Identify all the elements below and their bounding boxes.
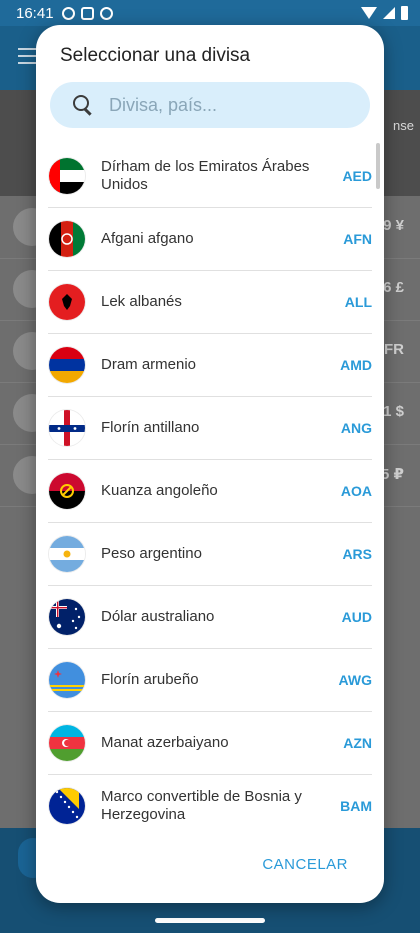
gesture-nav-bar[interactable] <box>155 918 265 923</box>
bosnia-flag-icon <box>49 788 85 824</box>
currency-name: Dólar australiano <box>101 608 215 625</box>
menu-icon[interactable] <box>18 48 36 69</box>
currency-item-awg[interactable]: Florín arubeño AWG <box>48 649 372 712</box>
currency-list[interactable]: Dírham de los Emiratos Árabes Unidos AED… <box>36 145 384 825</box>
currency-code: AUD <box>341 609 372 625</box>
australia-flag-icon <box>49 599 85 635</box>
currency-item-bam[interactable]: Marco convertible de Bosnia y Herzegovin… <box>48 775 372 825</box>
currency-code: BAM <box>340 798 372 814</box>
currency-name: Dírham de los Emiratos Árabes Unidos <box>101 158 310 193</box>
currency-name: Marco convertible de Bosnia y Herzegovin… <box>101 788 302 823</box>
status-bar: 16:41 <box>0 0 420 26</box>
currency-name: Afgani afgano <box>101 230 194 247</box>
search-icon <box>73 95 93 116</box>
armenia-flag-icon <box>49 347 85 383</box>
argentina-flag-icon <box>49 536 85 572</box>
currency-code: AED <box>342 168 372 184</box>
currency-name: Peso argentino <box>101 545 202 562</box>
currency-name: Manat azerbaiyano <box>101 734 229 751</box>
currency-item-ars[interactable]: Peso argentino ARS <box>48 523 372 586</box>
currency-code: AZN <box>343 735 372 751</box>
sync-icon <box>61 6 75 20</box>
currency-code: AOA <box>340 483 372 499</box>
uae-flag-icon <box>49 158 85 194</box>
currency-item-amd[interactable]: Dram armenio AMD <box>48 334 372 397</box>
dialog-title: Seleccionar una divisa <box>60 45 251 66</box>
status-time: 16:41 <box>16 4 54 22</box>
currency-item-afn[interactable]: Afgani afgano AFN <box>48 208 372 271</box>
netherlands-antilles-flag-icon <box>49 410 85 446</box>
shield-icon <box>99 6 113 20</box>
currency-item-aed[interactable]: Dírham de los Emiratos Árabes Unidos AED <box>48 145 372 208</box>
albania-flag-icon <box>49 284 85 320</box>
aruba-flag-icon <box>49 662 85 698</box>
currency-name: Florín antillano <box>101 419 200 436</box>
search-input[interactable] <box>107 93 351 117</box>
currency-code: ALL <box>344 294 372 310</box>
currency-item-aud[interactable]: Dólar australiano AUD <box>48 586 372 649</box>
currency-code: AWG <box>338 672 372 688</box>
currency-item-azn[interactable]: Manat azerbaiyano AZN <box>48 712 372 775</box>
currency-code: ARS <box>342 546 372 562</box>
azerbaijan-flag-icon <box>49 725 85 761</box>
afghanistan-flag-icon <box>49 221 85 257</box>
currency-item-aoa[interactable]: Kuanza angoleño AOA <box>48 460 372 523</box>
peek-text: nse <box>393 118 414 133</box>
search-box[interactable] <box>50 82 370 128</box>
wifi-icon <box>361 7 377 19</box>
currency-code: ANG <box>340 420 372 436</box>
angola-flag-icon <box>49 473 85 509</box>
currency-name: Lek albanés <box>101 293 182 310</box>
cancel-button[interactable]: CANCELAR <box>262 856 348 873</box>
list-scrollbar[interactable] <box>376 143 380 189</box>
currency-item-all[interactable]: Lek albanés ALL <box>48 271 372 334</box>
notification-icon <box>80 6 94 20</box>
currency-name: Florín arubeño <box>101 671 199 688</box>
signal-icon <box>383 7 395 19</box>
currency-name: Kuanza angoleño <box>101 482 218 499</box>
battery-icon <box>401 6 408 20</box>
currency-select-dialog: Seleccionar una divisa Dírham de los Emi… <box>36 25 384 903</box>
currency-code: AFN <box>343 231 372 247</box>
currency-item-ang[interactable]: Florín antillano ANG <box>48 397 372 460</box>
currency-code: AMD <box>340 357 372 373</box>
currency-name: Dram armenio <box>101 356 197 373</box>
